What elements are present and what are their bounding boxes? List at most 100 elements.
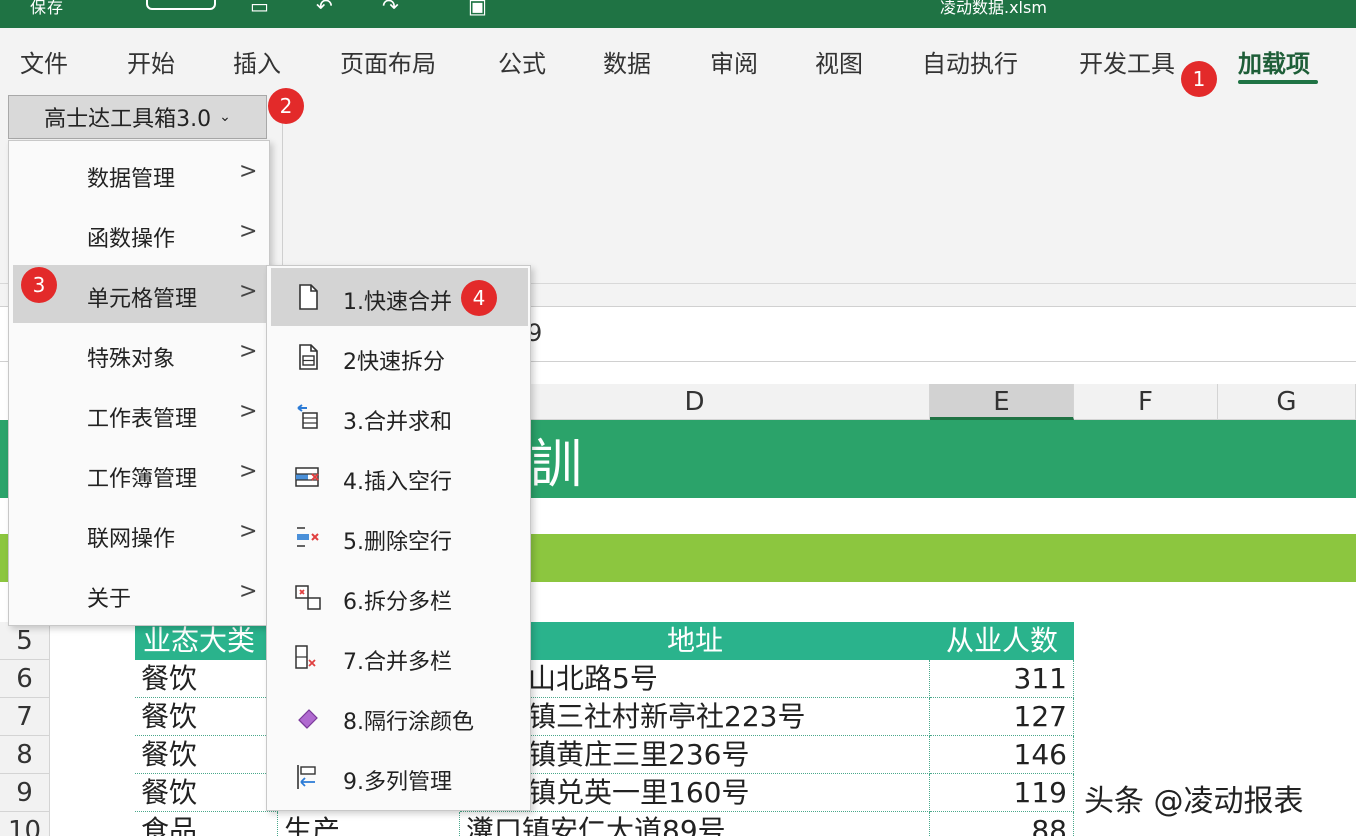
chevron-right-icon: > — [239, 579, 258, 604]
file-name: 凌动数据.xlsm — [940, 0, 1047, 17]
merge-columns-icon — [295, 645, 316, 669]
menu-item-about[interactable]: 关于 > — [13, 565, 267, 623]
submenu-item-label: 1.快速合并 — [343, 290, 452, 315]
menu-item-special-objects[interactable]: 特殊对象 > — [13, 325, 267, 383]
menu-item-label: 数据管理 — [87, 167, 176, 192]
column-header-f[interactable]: F — [1074, 384, 1218, 420]
tab-developer[interactable]: 开发工具 — [1079, 44, 1175, 79]
split-columns-icon — [295, 585, 321, 610]
tab-automate[interactable]: 自动执行 — [922, 44, 1018, 79]
submenu-item-label: 9.多列管理 — [343, 770, 452, 795]
submenu-item-multi-column-management[interactable]: 9.多列管理 — [271, 748, 528, 806]
step-badge: 4 — [461, 280, 497, 316]
tab-page-layout[interactable]: 页面布局 — [340, 44, 436, 79]
excel-window: 保存 ▭ ↶ ↷ ▣ 凌动数据.xlsm 文件 开始 插入 页面布局 公式 数据… — [0, 0, 1356, 836]
table-cell-count[interactable]: 146 — [930, 736, 1074, 774]
ribbon-tabs: 文件 开始 插入 页面布局 公式 数据 审阅 视图 自动执行 开发工具 加载项 — [0, 28, 1356, 88]
column-header-g[interactable]: G — [1218, 384, 1356, 420]
table-cell-category[interactable]: 生产 — [278, 812, 460, 836]
tab-review[interactable]: 审阅 — [710, 44, 758, 79]
menu-item-label: 函数操作 — [87, 227, 176, 252]
eraser-icon — [298, 709, 318, 729]
cell-management-submenu: 1.快速合并 2快速拆分 3.合并求和 4.插入空行 5.删除空行 6.拆分多栏… — [266, 265, 531, 811]
redo-icon[interactable]: ↷ — [382, 0, 399, 16]
chevron-right-icon: > — [239, 279, 258, 304]
tab-file[interactable]: 文件 — [20, 44, 68, 79]
tab-addins[interactable]: 加载项 — [1238, 44, 1310, 79]
step-badge: 2 — [268, 88, 304, 124]
menu-item-workbook-management[interactable]: 工作簿管理 > — [13, 445, 267, 503]
delete-row-icon — [297, 527, 319, 547]
merge-sum-icon — [297, 404, 318, 429]
document-icon — [299, 284, 318, 310]
submenu-item-merge-multi-columns[interactable]: 7.合并多栏 — [271, 628, 528, 686]
tab-home[interactable]: 开始 — [127, 44, 175, 79]
submenu-item-delete-blank-rows[interactable]: 5.删除空行 — [271, 508, 528, 566]
table-cell-type[interactable]: 餐饮 — [135, 660, 278, 698]
menu-item-label: 工作表管理 — [87, 407, 198, 432]
table-cell-count[interactable]: 119 — [930, 774, 1074, 812]
submenu-item-label: 5.删除空行 — [343, 530, 452, 555]
chevron-right-icon: > — [239, 159, 258, 184]
undo-icon[interactable]: ↶ — [316, 0, 333, 16]
table-header-count: 从业人数 — [930, 622, 1074, 660]
submenu-item-label: 6.拆分多栏 — [343, 590, 452, 615]
menu-item-label: 工作簿管理 — [87, 467, 198, 492]
insert-row-icon — [295, 467, 319, 487]
menu-item-worksheet-management[interactable]: 工作表管理 > — [13, 385, 267, 443]
submenu-item-merge-sum[interactable]: 3.合并求和 — [271, 388, 528, 446]
autosave-toggle[interactable] — [146, 0, 216, 10]
step-badge: 3 — [21, 267, 57, 303]
chevron-right-icon: > — [239, 519, 258, 544]
table-cell-type[interactable]: 餐饮 — [135, 698, 278, 736]
tab-data[interactable]: 数据 — [603, 44, 651, 79]
submenu-item-label: 7.合并多栏 — [343, 650, 452, 675]
toolbox-dropdown-button[interactable]: 高士达工具箱3.0 ⌄ — [8, 95, 267, 139]
tab-view[interactable]: 视图 — [815, 44, 863, 79]
submenu-item-split-multi-columns[interactable]: 6.拆分多栏 — [271, 568, 528, 626]
row-header[interactable]: 9 — [0, 774, 50, 812]
tab-formulas[interactable]: 公式 — [498, 44, 546, 79]
submenu-item-label: 3.合并求和 — [343, 410, 452, 435]
table-cell-type[interactable]: 食品 — [135, 812, 278, 836]
chevron-right-icon: > — [239, 399, 258, 424]
chevron-right-icon: > — [239, 459, 258, 484]
row-header[interactable]: 8 — [0, 736, 50, 774]
table-cell-count[interactable]: 311 — [930, 660, 1074, 698]
column-header-e[interactable]: E — [930, 384, 1074, 420]
menu-item-label: 联网操作 — [87, 527, 176, 552]
menu-item-network-ops[interactable]: 联网操作 > — [13, 505, 267, 563]
active-tab-indicator — [1238, 80, 1318, 84]
row-header[interactable]: 6 — [0, 660, 50, 698]
row-header[interactable]: 7 — [0, 698, 50, 736]
toolbox-label: 高士达工具箱3.0 — [44, 107, 212, 132]
chevron-right-icon: > — [239, 339, 258, 364]
document-lines-icon — [299, 344, 318, 370]
multi-column-icon — [297, 765, 316, 789]
menu-item-data-management[interactable]: 数据管理 > — [13, 145, 267, 203]
chevron-down-icon: ⌄ — [219, 109, 231, 125]
submenu-item-label: 8.隔行涂颜色 — [343, 710, 474, 735]
tab-insert[interactable]: 插入 — [233, 44, 281, 79]
menu-item-function-ops[interactable]: 函数操作 > — [13, 205, 267, 263]
table-cell-count[interactable]: 88 — [930, 812, 1074, 836]
row-header[interactable]: 5 — [0, 622, 50, 660]
submenu-item-insert-blank-rows[interactable]: 4.插入空行 — [271, 448, 528, 506]
autosave-label[interactable]: 保存 — [30, 0, 64, 18]
sheet-title-fragment: 訓 — [530, 435, 583, 495]
submenu-item-label: 4.插入空行 — [343, 470, 452, 495]
chevron-right-icon: > — [239, 219, 258, 244]
table-cell-type[interactable]: 餐饮 — [135, 774, 278, 812]
save-icon[interactable]: ▭ — [250, 0, 269, 16]
table-cell-type[interactable]: 餐饮 — [135, 736, 278, 774]
submenu-item-label: 2快速拆分 — [343, 350, 445, 375]
menu-item-label: 关于 — [87, 587, 132, 612]
print-icon[interactable]: ▣ — [468, 0, 487, 16]
toolbox-menu: 数据管理 > 函数操作 > 单元格管理 > 特殊对象 > 工作表管理 > 工作簿… — [8, 140, 270, 626]
submenu-item-alternate-row-color[interactable]: 8.隔行涂颜色 — [271, 688, 528, 746]
title-bar: 保存 ▭ ↶ ↷ ▣ 凌动数据.xlsm — [0, 0, 1356, 28]
table-cell-count[interactable]: 127 — [930, 698, 1074, 736]
submenu-item-quick-split[interactable]: 2快速拆分 — [271, 328, 528, 386]
table-cell-address[interactable]: 瀵口镇安仁大道89号 — [460, 812, 930, 836]
row-header[interactable]: 10 — [0, 812, 50, 836]
